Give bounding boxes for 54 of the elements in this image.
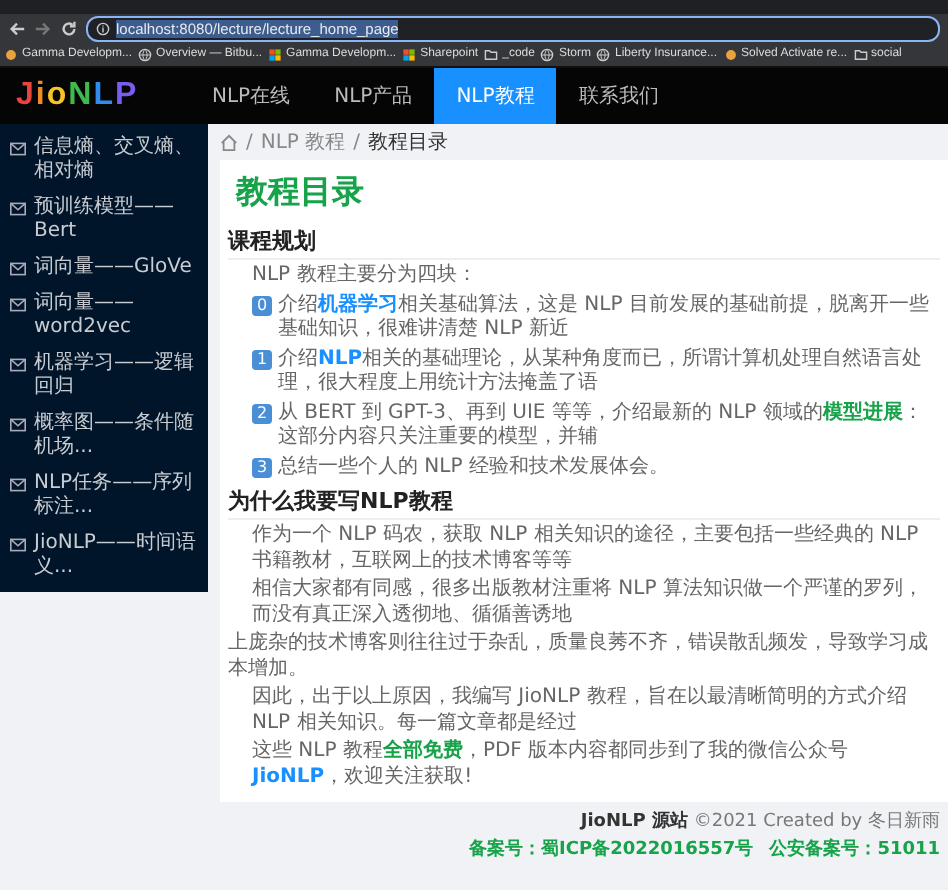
forward-arrow-icon[interactable] [34, 19, 52, 37]
paragraph: 因此，出于以上原因，我编写 JioNLP 教程，旨在以最清晰简明的方式介绍 NLP 相关知识。每一篇文章都是经过 [250, 686, 909, 736]
envelope-icon [10, 298, 26, 312]
four-squares-icon [402, 47, 417, 61]
footer-credit: JioNLP 源站 ©2021 Created by 冬日新雨 [580, 808, 940, 834]
paragraph: NLP 教程主要分为四块： [250, 264, 479, 289]
globe-icon [138, 47, 153, 61]
section-heading: 课程规划 [228, 226, 940, 260]
paragraph: 上庞杂的技术博客则往往过于杂乱，质量良莠不齐，错误散乱频发，导致学习成本增加。 [228, 632, 930, 682]
folder-icon [853, 47, 868, 61]
back-arrow-icon[interactable] [8, 19, 26, 37]
section-heading: 为什么我要写NLP教程 [228, 486, 940, 520]
breadcrumb-separator: / [353, 131, 361, 153]
number-badge: 1 [252, 349, 272, 369]
sidebar-item[interactable]: 预训练模型——Bert [34, 196, 198, 244]
breadcrumb-separator: / [246, 131, 253, 153]
sidebar-item[interactable]: 词向量——GloVe [34, 256, 192, 280]
list-item-text: 总结一些个人的 NLP 经验和技术发展体会。 [278, 455, 669, 480]
globe-icon [596, 47, 611, 61]
sidebar-item[interactable]: JioNLP——时间语义... [34, 532, 198, 580]
sidebar-item[interactable]: 概率图——条件随机场... [34, 412, 198, 460]
home-icon[interactable] [220, 133, 238, 151]
globe-icon [540, 47, 555, 61]
sidebar-item[interactable]: NLP任务——序列标注... [34, 472, 198, 520]
number-badge: 2 [252, 403, 272, 423]
list-item-text: 从 BERT 到 GPT-3、再到 UIE 等等，介绍最新的 NLP 领域的模型进展：这部分内容只关注重要的模型，并辅 [278, 401, 925, 451]
nav-tab[interactable]: NLP产品 [312, 68, 435, 124]
paragraph: 相信大家都有同感，很多出版教材注重将 NLP 算法知识做一个严谨的罗列，而没有真正深入透彻地、循循善诱地 [250, 578, 925, 628]
reload-icon[interactable] [60, 19, 78, 37]
envelope-icon [10, 538, 26, 552]
paragraph: 这些 NLP 教程全部免费，PDF 版本内容都同步到了我的微信公众号 JioNLP，欢迎关注获取! [249, 740, 851, 790]
sidebar-item[interactable]: 机器学习——逻辑回归 [34, 352, 198, 400]
folder-icon [484, 47, 499, 61]
list-item-text: 介绍NLP相关的基础理论，从某种角度而已，所谓计算机处理自然语言处理，很大程度上用统计方法掩盖了语 [278, 347, 925, 397]
envelope-icon [10, 202, 26, 216]
paragraph: 作为一个 NLP 码农，获取 NLP 相关知识的途径，主要包括一些经典的 NLP 书籍教材，互联网上的技术博客等等 [250, 524, 921, 574]
envelope-icon [10, 418, 26, 432]
nav-tab[interactable]: 联系我们 [556, 68, 681, 124]
envelope-icon [10, 478, 26, 492]
info-icon[interactable] [96, 21, 110, 35]
number-badge: 0 [252, 295, 272, 315]
envelope-icon [10, 142, 26, 156]
envelope-icon [10, 262, 26, 276]
app-icon [4, 47, 18, 61]
page-title: 教程目录 [236, 172, 366, 214]
envelope-icon [10, 358, 26, 372]
sidebar-item[interactable]: 信息熵、交叉熵、相对熵 [34, 136, 198, 184]
nav-tab[interactable]: NLP在线 [190, 68, 313, 124]
sidebar-item[interactable]: 词向量——word2vec [34, 292, 198, 340]
list-item-text: 介绍机器学习相关基础算法，这是 NLP 目前发展的基础前提，脱离开一些基础知识，很难讲清楚 NLP 新近 [278, 293, 931, 343]
four-squares-icon [268, 47, 283, 61]
number-badge: 3 [252, 457, 272, 477]
app-icon [723, 47, 738, 61]
logo[interactable]: JioNLP [0, 78, 190, 114]
